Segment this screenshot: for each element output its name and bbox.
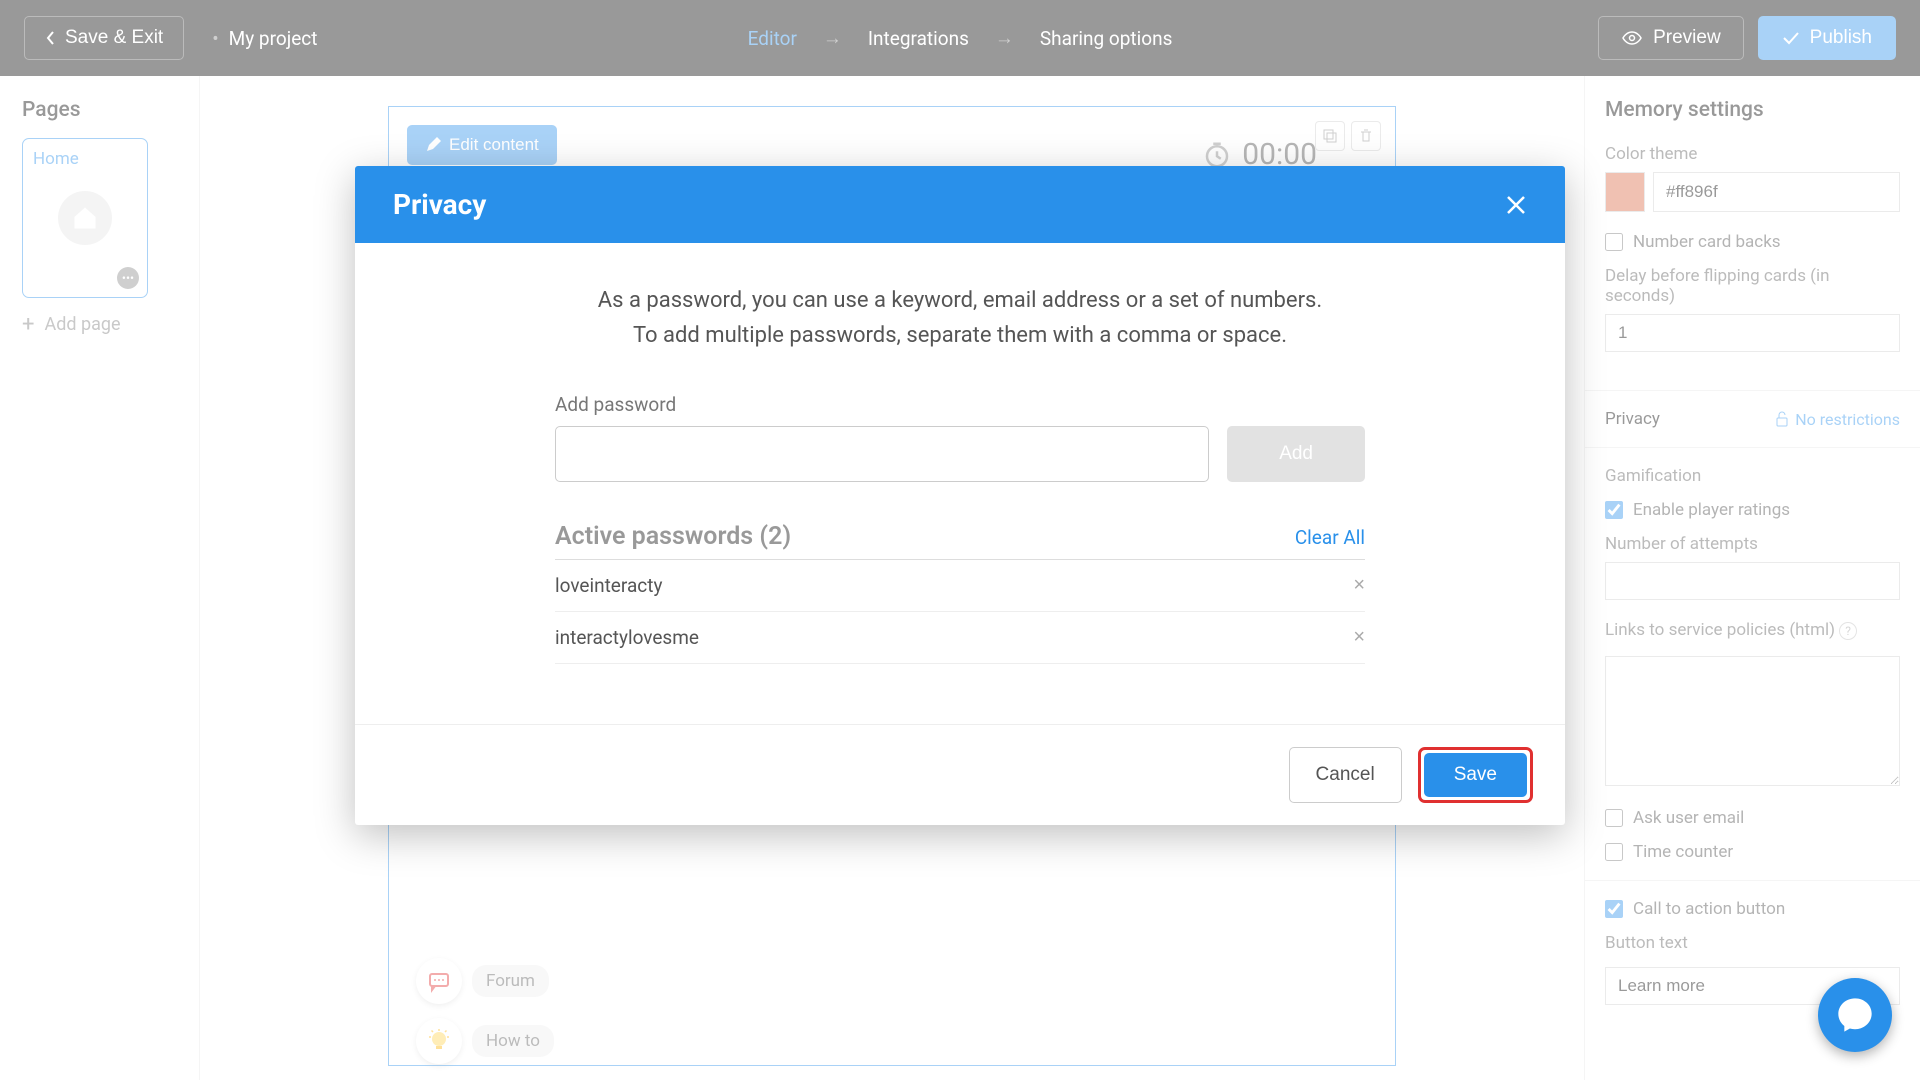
add-button[interactable]: Add xyxy=(1227,426,1365,482)
add-password-label: Add password xyxy=(555,393,1365,416)
close-icon xyxy=(1505,194,1527,216)
cancel-button[interactable]: Cancel xyxy=(1289,747,1402,803)
active-passwords-heading: Active passwords (2) xyxy=(555,522,791,551)
password-item: interactylovesme × xyxy=(555,612,1365,664)
remove-password-button[interactable]: × xyxy=(1353,626,1365,649)
password-value: loveinteracty xyxy=(555,574,662,597)
messenger-button[interactable] xyxy=(1818,978,1892,1052)
password-value: interactylovesme xyxy=(555,626,699,649)
modal-title: Privacy xyxy=(393,188,486,221)
close-button[interactable] xyxy=(1505,194,1527,216)
save-button[interactable]: Save xyxy=(1424,753,1527,797)
messenger-icon xyxy=(1835,995,1875,1035)
remove-password-button[interactable]: × xyxy=(1353,574,1365,597)
modal-description: As a password, you can use a keyword, em… xyxy=(555,283,1365,353)
clear-all-button[interactable]: Clear All xyxy=(1295,526,1365,549)
privacy-modal: Privacy As a password, you can use a key… xyxy=(355,166,1565,825)
save-button-highlight: Save xyxy=(1418,747,1533,803)
add-password-input[interactable] xyxy=(555,426,1209,482)
password-item: loveinteracty × xyxy=(555,560,1365,612)
